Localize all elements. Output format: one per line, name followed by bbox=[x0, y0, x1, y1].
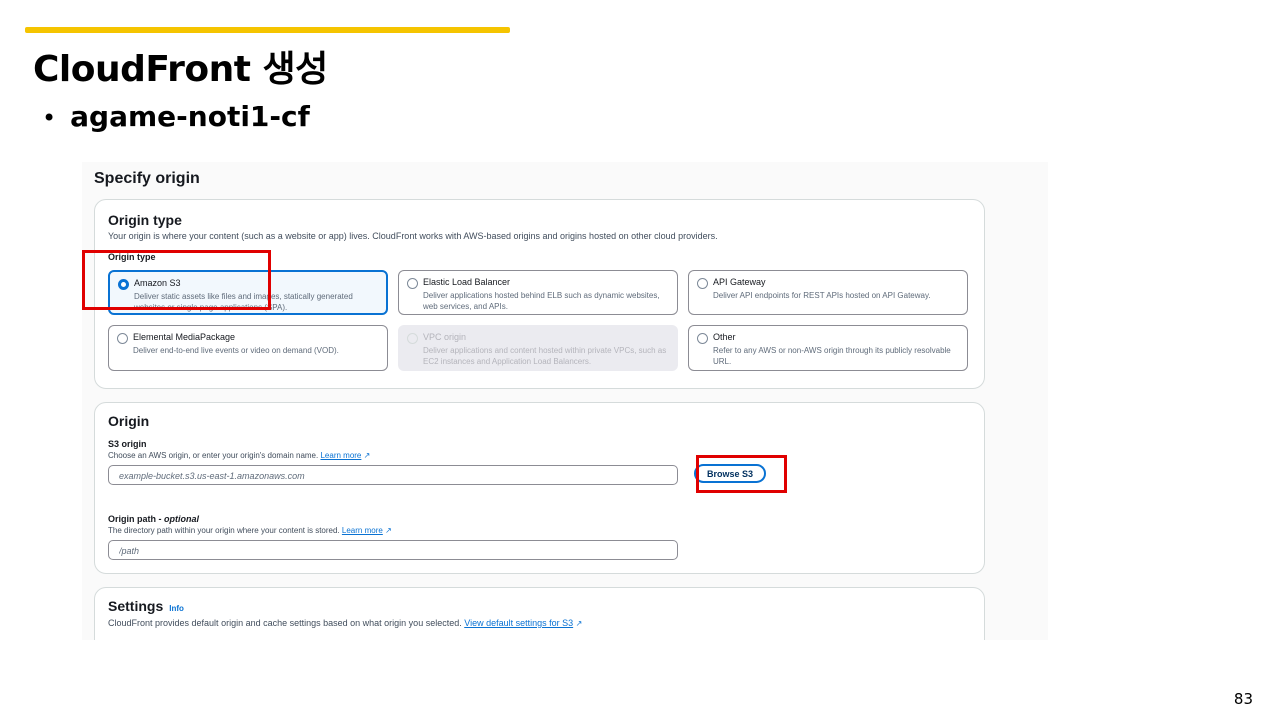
highlight-origin-type-amazon-s3 bbox=[82, 250, 271, 310]
radio-disabled-icon bbox=[407, 333, 418, 344]
radio-icon[interactable] bbox=[697, 278, 708, 289]
origin-type-title: Origin type bbox=[108, 212, 182, 228]
slide-title: CloudFront 생성 bbox=[33, 49, 328, 90]
origin-option-other[interactable]: Other Refer to any AWS or non-AWS origin… bbox=[688, 325, 968, 371]
bullet-item: • agame-noti1-cf bbox=[42, 100, 310, 133]
origin-panel: Origin S3 origin Choose an AWS origin, o… bbox=[94, 402, 985, 574]
option-description: Deliver applications and content hosted … bbox=[423, 346, 667, 366]
settings-description: CloudFront provides default origin and c… bbox=[108, 618, 582, 628]
origin-path-label: Origin path - optional bbox=[108, 514, 199, 524]
origin-path-description-text: The directory path within your origin wh… bbox=[108, 526, 340, 535]
origin-option-api-gateway[interactable]: API Gateway Deliver API endpoints for RE… bbox=[688, 270, 968, 315]
s3-origin-description: Choose an AWS origin, or enter your orig… bbox=[108, 451, 370, 460]
s3-origin-learn-more-link[interactable]: Learn more bbox=[320, 451, 361, 460]
origin-option-vpc-origin: VPC origin Deliver applications and cont… bbox=[398, 325, 678, 371]
radio-icon[interactable] bbox=[407, 278, 418, 289]
radio-icon[interactable] bbox=[117, 333, 128, 344]
s3-origin-description-text: Choose an AWS origin, or enter your orig… bbox=[108, 451, 319, 460]
specify-origin-heading: Specify origin bbox=[94, 170, 200, 187]
origin-path-description: The directory path within your origin wh… bbox=[108, 526, 392, 535]
s3-origin-input[interactable] bbox=[117, 466, 667, 486]
option-name: Elastic Load Balancer bbox=[423, 277, 511, 287]
option-description: Deliver API endpoints for REST APIs host… bbox=[713, 291, 931, 300]
origin-path-input[interactable] bbox=[117, 541, 667, 561]
highlight-browse-s3-button bbox=[696, 455, 787, 493]
origin-option-elemental-mediapackage[interactable]: Elemental MediaPackage Deliver end-to-en… bbox=[108, 325, 388, 371]
option-name: VPC origin bbox=[423, 332, 467, 342]
bullet-dot: • bbox=[42, 104, 57, 132]
s3-origin-input-box[interactable] bbox=[108, 465, 678, 486]
origin-path-label-text: Origin path bbox=[108, 514, 156, 524]
page-number: 83 bbox=[1233, 690, 1253, 708]
option-description: Deliver end-to-end live events or video … bbox=[133, 346, 339, 355]
origin-path-optional: - optional bbox=[156, 514, 200, 524]
origin-title: Origin bbox=[108, 413, 150, 429]
external-link-icon: ↗ bbox=[385, 526, 392, 535]
external-link-icon: ↗ bbox=[575, 619, 583, 628]
option-description: Refer to any AWS or non-AWS origin throu… bbox=[713, 346, 951, 366]
radio-icon[interactable] bbox=[697, 333, 708, 344]
external-link-icon: ↗ bbox=[363, 451, 371, 460]
option-description: Deliver applications hosted behind ELB s… bbox=[423, 291, 660, 311]
settings-description-text: CloudFront provides default origin and c… bbox=[108, 618, 462, 628]
settings-info-link[interactable]: Info bbox=[169, 604, 184, 613]
s3-origin-label: S3 origin bbox=[108, 439, 147, 449]
bullet-text: agame-noti1-cf bbox=[70, 100, 310, 133]
origin-path-input-box[interactable] bbox=[108, 540, 678, 561]
settings-title: Settings Info bbox=[108, 598, 184, 614]
origin-option-elastic-load-balancer[interactable]: Elastic Load Balancer Deliver applicatio… bbox=[398, 270, 678, 315]
settings-panel: Settings Info CloudFront provides default… bbox=[94, 587, 985, 640]
origin-path-learn-more-link[interactable]: Learn more bbox=[342, 526, 383, 535]
title-accent-bar bbox=[25, 27, 510, 33]
option-name: Elemental MediaPackage bbox=[133, 332, 236, 342]
origin-type-description: Your origin is where your content (such … bbox=[108, 231, 718, 241]
console-screenshot: Specify origin Origin type Your origin i… bbox=[82, 162, 1048, 640]
settings-title-text: Settings bbox=[108, 598, 164, 614]
option-name: API Gateway bbox=[713, 277, 766, 287]
option-name: Other bbox=[713, 332, 736, 342]
view-default-settings-link[interactable]: View default settings for S3 bbox=[464, 618, 573, 628]
